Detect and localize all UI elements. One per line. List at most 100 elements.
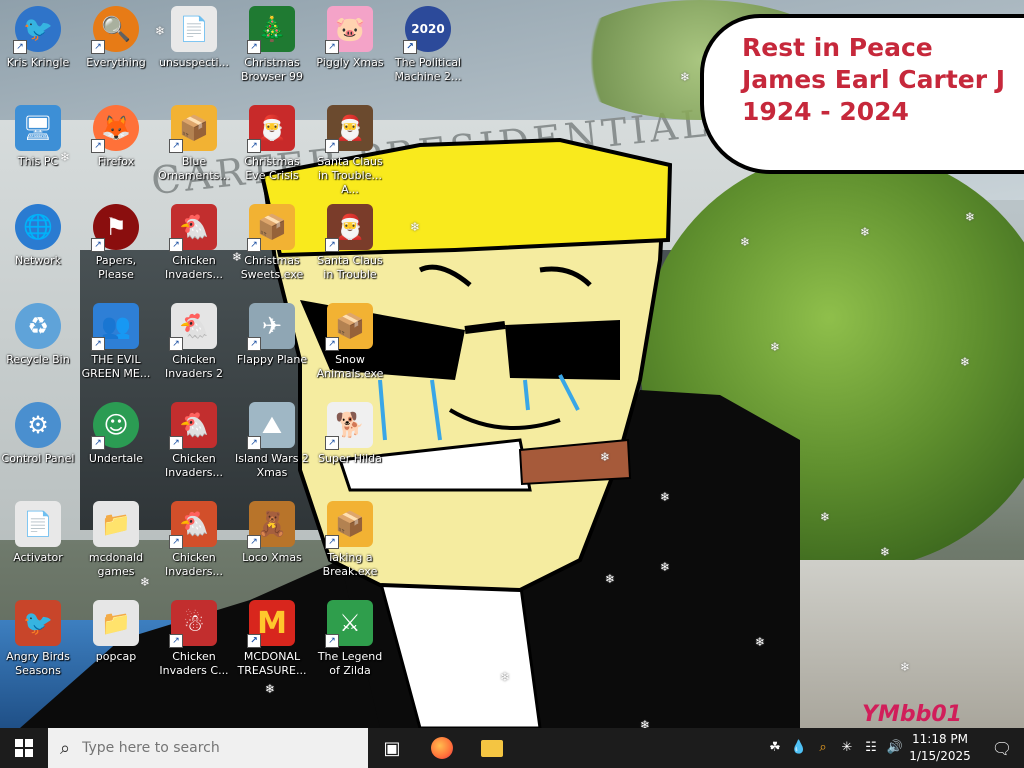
desktop-icon-recycle-bin[interactable]: ♻ Recycle Bin — [0, 299, 76, 395]
shortcut-arrow-icon: ↗ — [403, 40, 417, 54]
desktop-icon-firefox[interactable]: 🦊 ↗ Firefox — [78, 101, 154, 197]
chicken-icon: 🐔 ↗ — [169, 501, 217, 549]
desktop-icon-undertale[interactable]: ☺ ↗ Undertale — [78, 398, 154, 494]
desktop-icon-christmas-sweets[interactable]: 📦 ↗ Christmas Sweets.exe — [234, 200, 310, 296]
pig-icon: 🐷 ↗ — [325, 6, 373, 54]
taskbar-firefox-button[interactable] — [418, 728, 466, 768]
desktop-icon-control-panel[interactable]: ⚙ Control Panel — [0, 398, 76, 494]
taskbar-search-box[interactable]: ⌕ — [48, 728, 368, 768]
desktop-icon-flappy-plane[interactable]: ✈ ↗ Flappy Plane — [234, 299, 310, 395]
start-button[interactable] — [0, 728, 48, 768]
character-icon: ☺ ↗ — [91, 402, 139, 450]
desktop-icon-the-evil-green-me[interactable]: 👥 ↗ THE EVIL GREEN ME... — [78, 299, 154, 395]
snowflake-icon: ❄ — [140, 575, 151, 589]
volume-icon[interactable]: 🔊 — [886, 740, 904, 756]
windows-logo-icon — [15, 739, 33, 757]
speech-bubble-text: Rest in Peace James Earl Carter J 1924 -… — [742, 32, 1005, 128]
desktop-icon-santa-claus-in-trouble[interactable]: 🎅 ↗ Santa Claus in Trouble — [312, 200, 388, 296]
icon-label: Taking a Break.exe — [322, 551, 378, 578]
task-view-icon: ▣ — [383, 737, 401, 759]
desktop-icon-this-pc[interactable]: 🖥 This PC — [0, 101, 76, 197]
desktop-icon-popcap[interactable]: 📁 popcap — [78, 596, 154, 692]
desktop-icon-blue-ornaments[interactable]: 📦 ↗ Blue Ornaments... — [156, 101, 232, 197]
desktop-icon-christmas-eve-crisis[interactable]: 🎅 ↗ Christmas Eve Crisis — [234, 101, 310, 197]
shortcut-arrow-icon: ↗ — [169, 436, 183, 450]
desktop-icon-papers-please[interactable]: ⚑ ↗ Papers, Please — [78, 200, 154, 296]
taskbar: ⌕ ▣ ☘ 💧 ⌕ ✳ ☷ 🔊 11:18 PM 1/15/2025 🗨 — [0, 728, 1024, 768]
snowflake-icon: ❄ — [600, 450, 611, 464]
desktop-icon-angry-birds-seasons[interactable]: 🐦 Angry Birds Seasons — [0, 596, 76, 692]
shortcut-arrow-icon: ↗ — [325, 238, 339, 252]
firefox-icon: 🦊 ↗ — [91, 105, 139, 153]
icon-label: Control Panel — [1, 452, 75, 465]
desktop-icon-network[interactable]: 🌐 Network — [0, 200, 76, 296]
icon-label: The Political Machine 2... — [394, 56, 462, 83]
wallpaper-signature: YMbb01 — [862, 702, 962, 727]
icon-label: Blue Ornaments... — [158, 155, 230, 182]
task-view-button[interactable]: ▣ — [368, 728, 416, 768]
speech-line-2: James Earl Carter J — [742, 65, 1006, 94]
shortcut-arrow-icon: ↗ — [169, 238, 183, 252]
icon-label: The Legend of Zilda — [317, 650, 383, 677]
speech-line-1: Rest in Peace — [742, 33, 933, 62]
desktop-icon-the-political-machine[interactable]: 2020 ↗ The Political Machine 2... — [390, 2, 466, 98]
desktop-icon-chicken-invaders-c[interactable]: ☃ ↗ Chicken Invaders C... — [156, 596, 232, 692]
snowflake-icon: ❄ — [660, 560, 671, 574]
desktop-icon-chicken-invaders-2[interactable]: 🐔 ↗ Chicken Invaders 2 — [156, 299, 232, 395]
icon-label: Network — [15, 254, 61, 267]
tray-droplet-icon[interactable]: 💧 — [790, 740, 808, 756]
snowflake-icon: ❄ — [965, 210, 976, 224]
christmas-tree-icon: 🎄 ↗ — [247, 6, 295, 54]
shortcut-arrow-icon: ↗ — [169, 535, 183, 549]
network-icon[interactable]: ☷ — [862, 740, 880, 756]
desktop-icon-taking-a-break[interactable]: 📦 ↗ Taking a Break.exe — [312, 497, 388, 593]
desktop-icon-snow-animals[interactable]: 📦 ↗ Snow Animals.exe — [312, 299, 388, 395]
desktop-icon-santa-claus-in-trouble-a[interactable]: 🎅 ↗ Santa Claus in Trouble... A... — [312, 101, 388, 197]
desktop-icon-piggly-xmas[interactable]: 🐷 ↗ Piggly Xmas — [312, 2, 388, 98]
tray-snowflake-icon[interactable]: ✳ — [838, 740, 856, 756]
angry-bird-icon: 🐦 — [15, 600, 61, 646]
action-center-button[interactable]: 🗨 — [980, 728, 1024, 768]
tray-search-icon[interactable]: ⌕ — [814, 740, 832, 756]
santa-icon: 🎅 ↗ — [325, 105, 373, 153]
desktop-icon-chicken-invaders-4[interactable]: 🐔 ↗ Chicken Invaders... — [156, 497, 232, 593]
shortcut-arrow-icon: ↗ — [247, 535, 261, 549]
desktop-icon-activator[interactable]: 📄 Activator — [0, 497, 76, 593]
desktop-icon-super-hilda[interactable]: 🐕 ↗ Super Hilda — [312, 398, 388, 494]
installer-icon: 📦 ↗ — [247, 204, 295, 252]
desktop-icon-island-wars-2-xmas[interactable]: ⛰ ↗ Island Wars 2 Xmas — [234, 398, 310, 494]
bird-icon: 🐦 ↗ — [13, 6, 61, 54]
folder-icon: 📁 — [93, 600, 139, 646]
chicken-invaders-icon: 🐔 ↗ — [169, 204, 217, 252]
taskbar-clock[interactable]: 11:18 PM 1/15/2025 — [904, 731, 976, 765]
desktop-icon-chicken-invaders-3[interactable]: 🐔 ↗ Chicken Invaders... — [156, 398, 232, 494]
icon-label: Christmas Sweets.exe — [240, 254, 304, 281]
snowflake-icon: ❄ — [740, 235, 751, 249]
installer-icon: 📦 ↗ — [169, 105, 217, 153]
search-input[interactable] — [80, 739, 345, 757]
taskbar-file-explorer-button[interactable] — [468, 728, 516, 768]
icon-label: Activator — [13, 551, 63, 564]
tray-app-icon[interactable]: ☘ — [766, 740, 784, 756]
desktop-icon-unsuspecti[interactable]: 📄 unsuspecti... — [156, 2, 232, 98]
chicken-santa-icon: 🐔 ↗ — [169, 402, 217, 450]
clock-time: 11:18 PM — [912, 732, 968, 746]
desktop[interactable]: CARTER PRESIDENTIAL Rest in Peace James … — [0, 0, 1024, 728]
icon-label: Papers, Please — [95, 254, 137, 281]
desktop-icon-mcdonal-treasure[interactable]: M ↗ MCDONAL TREASURE... — [234, 596, 310, 692]
icon-label: Santa Claus in Trouble... A... — [317, 155, 383, 196]
snowflake-icon: ❄ — [770, 340, 781, 354]
desktop-icon-christmas-browser-99[interactable]: 🎄 ↗ Christmas Browser 99 — [234, 2, 310, 98]
desktop-icon-kris-kringle[interactable]: 🐦 ↗ Kris Kringle — [0, 2, 76, 98]
clock-date: 1/15/2025 — [909, 749, 971, 763]
desktop-icon-the-legend-of-zilda[interactable]: ⚔ ↗ The Legend of Zilda — [312, 596, 388, 692]
dog-icon: 🐕 ↗ — [325, 402, 373, 450]
notification-icon: 🗨 — [991, 738, 1013, 758]
speech-line-3: 1924 - 2024 — [742, 97, 909, 126]
firefox-icon — [431, 737, 453, 759]
desktop-icon-chicken-invaders-1[interactable]: 🐔 ↗ Chicken Invaders... — [156, 200, 232, 296]
desktop-icon-everything[interactable]: 🔍 ↗ Everything — [78, 2, 154, 98]
desktop-icon-loco-xmas[interactable]: 🧸 ↗ Loco Xmas — [234, 497, 310, 593]
shortcut-arrow-icon: ↗ — [91, 436, 105, 450]
shortcut-arrow-icon: ↗ — [91, 40, 105, 54]
